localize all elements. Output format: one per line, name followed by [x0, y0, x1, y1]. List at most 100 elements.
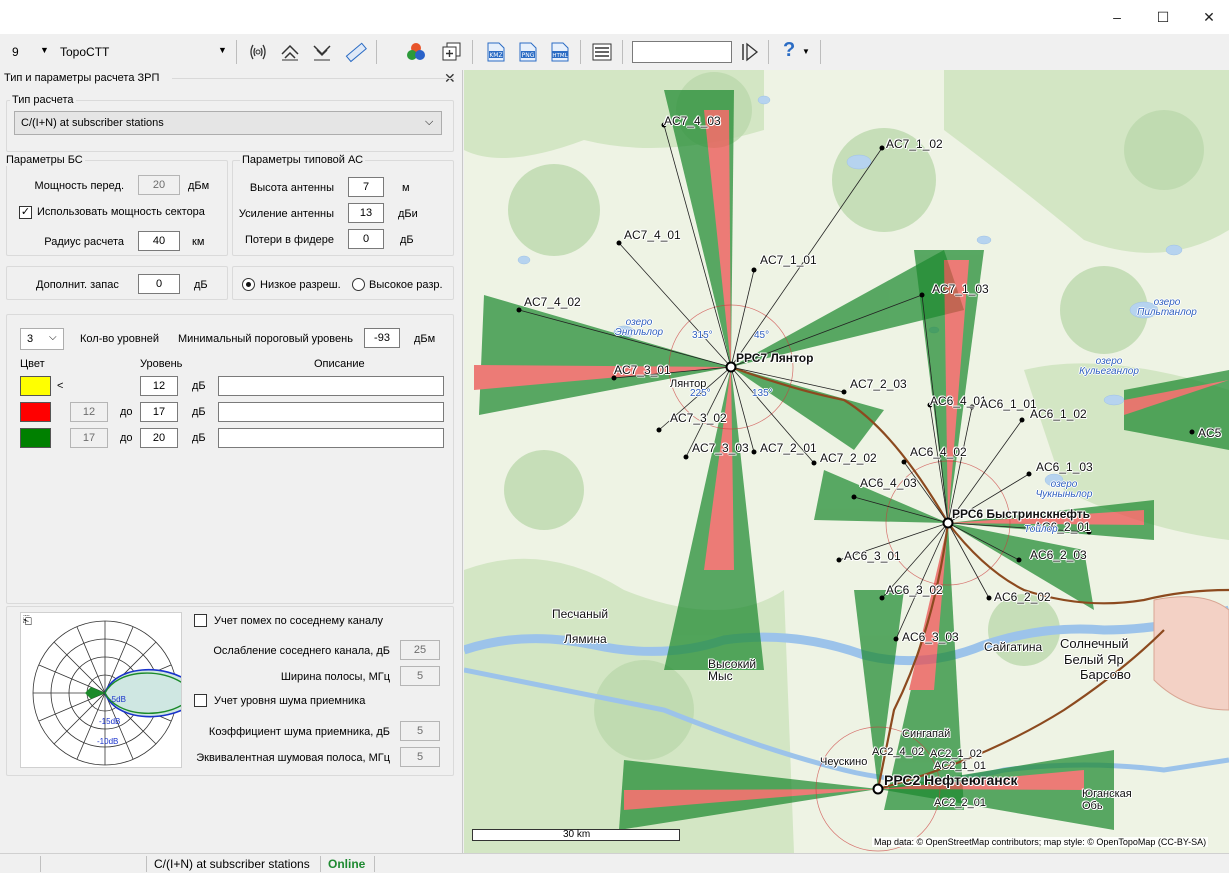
coverage-map[interactable]: РРС7 Лянтор РРС6 Быстринскнефть РРС2 Неф…: [464, 70, 1229, 853]
subscriber-label[interactable]: AC6_3_02: [886, 583, 943, 597]
subscriber-label[interactable]: AC7_3_03: [692, 441, 749, 455]
minimize-button[interactable]: –: [1102, 6, 1132, 28]
subscriber-label[interactable]: AC2_1_02: [930, 748, 982, 760]
subscriber-label[interactable]: AC7_2_01: [760, 441, 817, 455]
status-separator: [146, 856, 147, 872]
level-desc-input[interactable]: [218, 402, 444, 422]
adj-channel-checkbox[interactable]: [194, 614, 207, 627]
subscriber-label[interactable]: AC2_4_02: [872, 746, 924, 758]
adj-atten-label: Ослабление соседнего канала, дБ: [213, 645, 390, 657]
maximize-button[interactable]: ☐: [1148, 6, 1178, 28]
level-to-input[interactable]: 17: [140, 402, 178, 422]
place-label: Солнечный: [1060, 636, 1129, 651]
html-export-icon[interactable]: HTML: [548, 40, 572, 64]
subscriber-label[interactable]: AC5: [1198, 426, 1221, 440]
map-source-select[interactable]: TopoCTT ▼: [52, 42, 232, 62]
low-res-radio[interactable]: [242, 278, 255, 291]
subscriber-label[interactable]: AC6_1_01: [980, 397, 1037, 411]
level-desc-input[interactable]: [218, 428, 444, 448]
radius-input[interactable]: 40: [138, 231, 180, 251]
toolbar-separator: [580, 40, 581, 64]
subscriber-label[interactable]: AC2_1_01: [934, 760, 986, 772]
min-threshold-input[interactable]: -93: [364, 328, 400, 348]
noise-band-input[interactable]: 5: [400, 747, 440, 767]
subscriber-label[interactable]: AC7_3_01: [614, 363, 671, 377]
ruler-icon[interactable]: [344, 40, 368, 64]
subscriber-label[interactable]: AC6_2_02: [994, 590, 1051, 604]
kmz-export-icon[interactable]: KMZ: [484, 40, 508, 64]
subscriber-label[interactable]: AC6_3_03: [902, 630, 959, 644]
subscriber-label[interactable]: AC6_4_02: [910, 445, 967, 459]
bandwidth-input[interactable]: 5: [400, 666, 440, 686]
level-color-swatch[interactable]: [20, 428, 51, 448]
zrp-settings-panel: Тип и параметры расчета ЗРП ✕ Тип расчет…: [0, 70, 463, 853]
subscriber-label[interactable]: AC6_1_02: [1030, 407, 1087, 421]
station-label[interactable]: РРС7 Лянтор: [736, 351, 813, 365]
subscriber-label[interactable]: AC6_4_03: [860, 476, 917, 490]
subscriber-label[interactable]: AC7_4_01: [624, 228, 681, 242]
help-button[interactable]: ? ▼: [780, 39, 816, 65]
play-icon[interactable]: [737, 40, 761, 64]
png-export-icon[interactable]: PNG: [516, 40, 540, 64]
raise-icon[interactable]: [278, 40, 302, 64]
margin-input[interactable]: 0: [138, 274, 180, 294]
subscriber-label[interactable]: AC6_3_01: [844, 549, 901, 563]
station-label[interactable]: РРС6 Быстринскнефть: [952, 507, 1090, 521]
level-color-swatch[interactable]: [20, 402, 51, 422]
export-icon[interactable]: ⎗: [23, 615, 32, 628]
subscriber-label[interactable]: AC7_3_02: [670, 411, 727, 425]
subscriber-label[interactable]: AC7_1_01: [760, 253, 817, 267]
close-window-button[interactable]: ✕: [1194, 6, 1224, 28]
subscriber-label[interactable]: AC7_1_03: [932, 282, 989, 296]
add-layer-icon[interactable]: [440, 40, 464, 64]
level-from-input[interactable]: 12: [70, 402, 108, 422]
antenna-icon[interactable]: [246, 40, 270, 64]
toolbar-separator: [622, 40, 623, 64]
subscriber-label[interactable]: AC7_4_02: [524, 295, 581, 309]
toolbar-separator: [820, 40, 821, 64]
subscriber-label[interactable]: AC7_4_03: [664, 114, 721, 128]
subscriber-label[interactable]: AC7_1_02: [886, 137, 943, 151]
level-to-input[interactable]: 12: [140, 376, 178, 396]
noise-checkbox[interactable]: [194, 694, 207, 707]
bs-power-input[interactable]: 20: [138, 175, 180, 195]
toolbar-separator: [236, 40, 237, 64]
level-color-swatch[interactable]: [20, 376, 51, 396]
level-row: 12 до 17 дБ: [0, 400, 463, 424]
use-sector-power-checkbox[interactable]: ✓: [19, 206, 32, 219]
levels-count-select[interactable]: 3 ⌵: [20, 328, 64, 350]
subscriber-label[interactable]: AC6_4_01: [930, 394, 987, 408]
chevron-down-icon: ⌵: [425, 116, 434, 128]
subscriber-label[interactable]: AC7_2_02: [820, 451, 877, 465]
subscriber-label[interactable]: AC2_2_01: [934, 797, 986, 809]
zoom-level-select[interactable]: 9 ▼: [6, 42, 52, 62]
color-layers-icon[interactable]: [404, 40, 428, 64]
ant-height-input[interactable]: 7: [348, 177, 384, 197]
lower-icon[interactable]: [310, 40, 334, 64]
help-icon: ?: [783, 39, 796, 61]
feeder-loss-input[interactable]: 0: [348, 229, 384, 249]
bs-power-label: Мощность перед.: [34, 180, 124, 192]
ant-gain-input[interactable]: 13: [348, 203, 384, 223]
lake-label: Тойлор: [1024, 524, 1058, 535]
level-from-input[interactable]: 17: [70, 428, 108, 448]
level-unit: дБ: [192, 380, 206, 392]
noise-factor-input[interactable]: 5: [400, 721, 440, 741]
subscriber-label[interactable]: AC7_2_03: [850, 377, 907, 391]
list-icon[interactable]: [590, 40, 614, 64]
level-to-input[interactable]: 20: [140, 428, 178, 448]
calc-type-select[interactable]: C/(I+N) at subscriber stations ⌵: [14, 111, 442, 135]
map-attribution[interactable]: Map data: © OpenStreetMap contributors; …: [872, 837, 1209, 847]
subscriber-label[interactable]: AC6_2_03: [1030, 548, 1087, 562]
min-threshold-unit: дБм: [414, 333, 436, 345]
adj-atten-input[interactable]: 25: [400, 640, 440, 660]
station-label[interactable]: РРС2 Нефтеюганск: [884, 772, 1018, 788]
high-res-radio[interactable]: [352, 278, 365, 291]
search-input[interactable]: [632, 41, 732, 63]
level-desc-input[interactable]: [218, 376, 444, 396]
level-unit: дБ: [192, 406, 206, 418]
subscriber-label[interactable]: AC6_1_03: [1036, 460, 1093, 474]
radius-unit: км: [192, 236, 205, 248]
antenna-pattern-plot[interactable]: ⎗ -5dB -10dB -15dB: [20, 612, 200, 768]
toolbar-separator: [472, 40, 473, 64]
